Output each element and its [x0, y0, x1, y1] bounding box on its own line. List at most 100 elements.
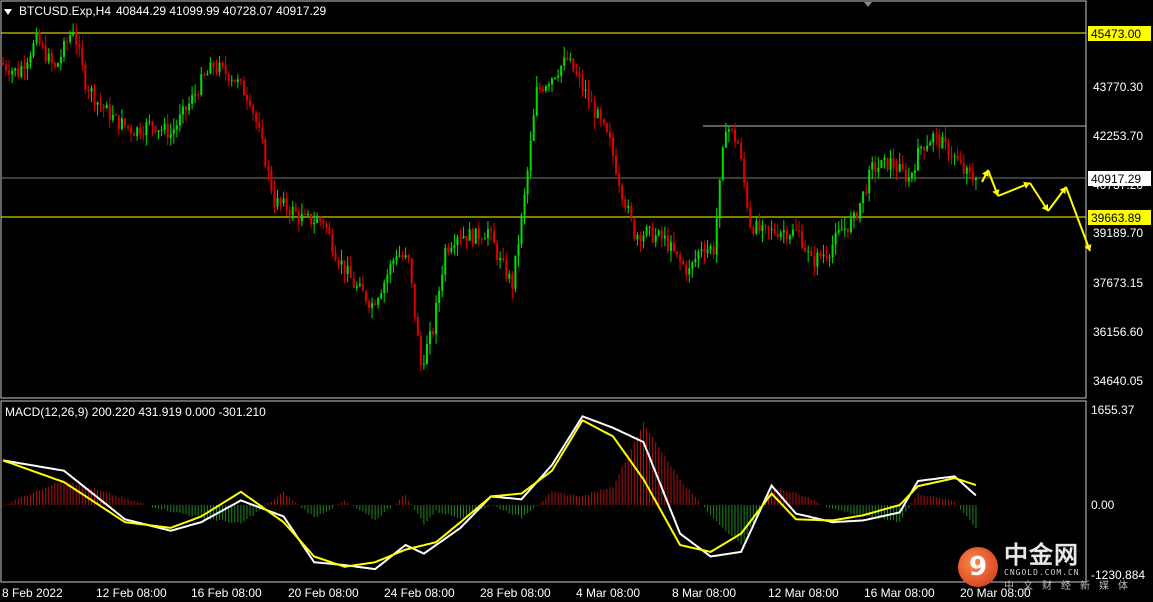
candle-body	[813, 256, 816, 267]
candle-body	[596, 109, 599, 119]
candle-body	[117, 115, 120, 130]
candle-body	[227, 73, 230, 81]
candle-body	[294, 206, 297, 212]
candle-body	[551, 78, 553, 85]
candle-body	[913, 170, 916, 173]
candle-body	[334, 252, 337, 261]
candle-body	[236, 79, 239, 83]
candle-body	[8, 70, 11, 75]
candle-body	[602, 119, 605, 124]
candle-body	[380, 293, 383, 299]
candle-body	[459, 237, 462, 239]
watermark-title: 中金网	[1004, 541, 1079, 569]
candle-body	[816, 252, 819, 267]
macd-tick: 0.00	[1091, 498, 1115, 512]
candle-body	[32, 42, 35, 57]
time-label: 4 Mar 08:00	[576, 586, 640, 600]
trading-chart[interactable]: BTCUSD.Exp,H4 40844.29 41099.99 40728.07…	[0, 0, 1153, 602]
candle-body	[505, 260, 508, 279]
candle-body	[819, 252, 822, 257]
time-axis[interactable]: 8 Feb 2022 12 Feb 08:00 16 Feb 08:00 20 …	[2, 586, 1031, 600]
symbol-label: BTCUSD.Exp,H4	[19, 4, 111, 18]
candle-body	[566, 57, 569, 60]
candle-body	[148, 121, 151, 123]
candle-body	[846, 228, 849, 232]
candle-body	[38, 32, 41, 45]
candle-body	[490, 228, 492, 231]
candle-body	[392, 260, 395, 265]
candle-body	[81, 47, 84, 65]
candle-body	[968, 167, 971, 172]
candle-body	[87, 89, 90, 92]
price-tick: 37673.15	[1093, 276, 1143, 290]
candle-body	[660, 230, 663, 239]
candle-body	[679, 254, 682, 261]
candle-body	[868, 169, 871, 194]
watermark: 9 中金网 CNGOLD.COM.CN 中文财经新媒体	[958, 542, 1137, 592]
candle-body	[785, 230, 788, 239]
candle-body	[554, 77, 557, 79]
candle-body	[575, 71, 578, 75]
candle-body	[398, 255, 401, 257]
candle-body	[124, 118, 126, 126]
candle-body	[843, 228, 846, 230]
candle-body	[590, 101, 593, 103]
candle-body	[688, 268, 691, 275]
candle-body	[279, 197, 282, 203]
candle-body	[477, 228, 480, 240]
candle-body	[14, 68, 17, 71]
candle-body	[285, 198, 288, 211]
candle-body	[41, 44, 44, 46]
candle-body	[114, 114, 117, 116]
candle-body	[654, 235, 657, 243]
macd-indicator-label: MACD(12,26,9) 200.220 431.919 0.000 -301…	[5, 405, 266, 419]
watermark-url: CNGOLD.COM.CN	[1004, 568, 1080, 577]
candle-body	[215, 67, 218, 72]
candle-body	[386, 274, 389, 283]
candle-body	[569, 58, 572, 60]
candle-body	[502, 257, 505, 261]
candle-body	[273, 190, 276, 207]
candle-body	[514, 255, 517, 289]
candle-body	[270, 170, 273, 191]
candle-body	[599, 109, 602, 120]
candle-body	[511, 274, 514, 289]
candle-body	[892, 158, 895, 168]
candle-body	[642, 235, 645, 242]
candle-body	[947, 141, 950, 156]
candle-body	[871, 162, 874, 170]
time-label: 24 Feb 08:00	[384, 586, 455, 600]
candle-body	[910, 172, 913, 178]
candle-body	[154, 126, 157, 133]
candle-body	[331, 233, 334, 253]
candle-body	[926, 145, 929, 151]
candle-body	[971, 171, 974, 181]
candle-body	[773, 228, 776, 234]
candle-body	[618, 173, 621, 186]
candle-body	[389, 264, 392, 275]
macd-tick: 1655.37	[1091, 403, 1135, 417]
time-label: 8 Mar 08:00	[672, 586, 736, 600]
candle-body	[673, 242, 675, 252]
candle-body	[401, 255, 404, 258]
candle-body	[84, 64, 87, 90]
candle-body	[682, 260, 685, 265]
candle-body	[276, 197, 279, 207]
candle-body	[615, 155, 618, 174]
candle-body	[47, 53, 50, 62]
price-tick: 43770.30	[1093, 80, 1143, 94]
candle-body	[343, 260, 346, 274]
candle-body	[377, 298, 380, 305]
candle-body	[53, 62, 56, 67]
candle-body	[831, 244, 834, 257]
candle-body	[432, 330, 435, 334]
time-label: 12 Mar 08:00	[768, 586, 839, 600]
candle-body	[520, 215, 523, 245]
candle-body	[26, 62, 29, 70]
candle-body	[563, 57, 566, 66]
candle-body	[508, 274, 511, 279]
candle-body	[862, 191, 865, 204]
candle-body	[889, 158, 892, 170]
candle-body	[950, 155, 953, 157]
candle-body	[630, 205, 633, 219]
